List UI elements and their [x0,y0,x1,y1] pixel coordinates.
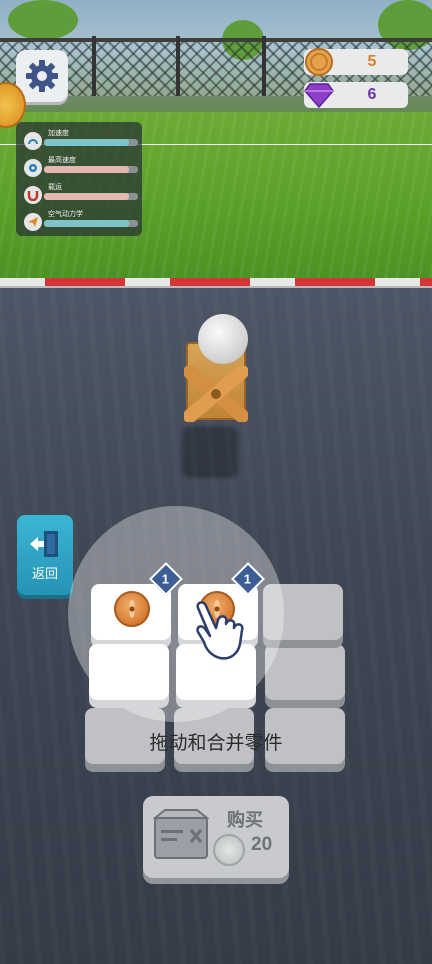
diamond-icon [302,78,336,112]
stat-bar [44,166,138,173]
exit-door-icon [30,530,58,557]
propeller-part-icon [129,600,135,618]
stat-label: 载运 [48,183,62,191]
character-head [198,314,248,364]
back-button[interactable]: 返回 [17,515,73,595]
part-level: 1 [244,571,252,587]
grid-cell[interactable] [265,644,345,700]
stat-top-speed: 最高速度 [22,153,138,180]
stat-label: 最高速度 [48,156,76,164]
stat-load: 载运 [22,180,138,207]
gear-icon [26,60,58,92]
vehicle-stats-panel: 加速度 最高速度 载运 空气动力学 [16,122,142,236]
stat-bar [44,193,138,200]
coin-count: 5 [367,53,377,70]
grid-cell[interactable] [89,644,169,700]
fence-post [262,36,266,102]
paper-plane-icon [24,213,42,231]
stat-acceleration: 加速度 [22,126,138,153]
tree-left [8,0,78,40]
parts-box-icon [153,809,209,859]
speedometer-icon [24,132,42,150]
road-curb [0,278,432,288]
coin-icon [213,834,245,866]
coin-icon [302,45,336,79]
buy-part-button[interactable]: 购买 20 [143,796,289,878]
gem-counter: 6 [304,82,408,108]
pointing-hand-icon [196,601,244,660]
crate-cross-planks [184,366,248,422]
coin-counter: 5 [304,48,408,76]
fence-post [176,36,180,102]
buy-price: 20 [251,834,273,855]
back-button-label: 返回 [31,566,58,582]
magnet-icon [24,186,42,204]
stat-aerodynamics: 空气动力学 [22,207,138,234]
stat-label: 空气动力学 [48,210,83,218]
gem-count: 6 [367,86,377,103]
part-level: 1 [162,571,170,587]
gear-icon [24,159,42,177]
stat-bar [44,139,138,146]
buy-label: 购买 [227,810,263,831]
tutorial-hint: 拖动和合并零件 [149,732,283,754]
vehicle-shadow [182,426,238,478]
merge-part-level-1[interactable] [114,591,150,627]
stat-bar [44,220,138,227]
fence-post [92,36,96,102]
stat-label: 加速度 [48,129,69,137]
